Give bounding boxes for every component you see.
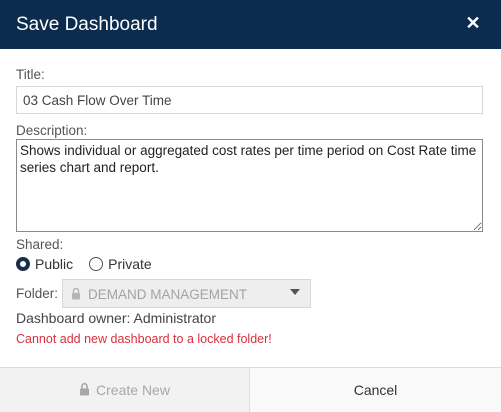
cancel-button[interactable]: Cancel [250,368,501,412]
create-new-label: Create New [96,382,170,398]
shared-option-private[interactable]: Private [89,256,152,272]
lock-icon [79,382,90,399]
shared-option-public-label: Public [35,256,74,272]
shared-option-private-label: Private [108,256,152,272]
chevron-down-icon[interactable] [290,289,300,295]
close-icon[interactable]: ✕ [463,12,483,34]
save-dashboard-dialog: Save Dashboard ✕ Title: Description: Sho… [0,0,501,412]
folder-label: Folder: [16,286,59,301]
title-label: Title: [16,67,45,82]
title-input[interactable] [16,86,483,114]
folder-select[interactable]: DEMAND MANAGEMENT [62,279,311,308]
folder-select-value: DEMAND MANAGEMENT [88,287,248,302]
create-new-button[interactable]: Create New [0,368,250,412]
cancel-label: Cancel [353,382,398,398]
shared-option-public[interactable]: Public [16,256,73,272]
dialog-header: Save Dashboard ✕ [0,0,501,49]
shared-label: Shared: [16,237,64,252]
description-textarea[interactable]: Shows individual or aggregated cost rate… [16,139,483,232]
radio-selected-icon[interactable] [16,257,30,271]
dialog-title: Save Dashboard [16,14,158,35]
error-message: Cannot add new dashboard to a locked fol… [16,332,272,346]
description-label: Description: [16,123,88,138]
dashboard-owner: Dashboard owner: Administrator [16,310,216,326]
shared-radio-group: Public Private [16,254,168,274]
lock-icon [71,287,81,303]
radio-unselected-icon[interactable] [89,257,104,271]
dialog-footer: Create New Cancel [0,367,501,412]
